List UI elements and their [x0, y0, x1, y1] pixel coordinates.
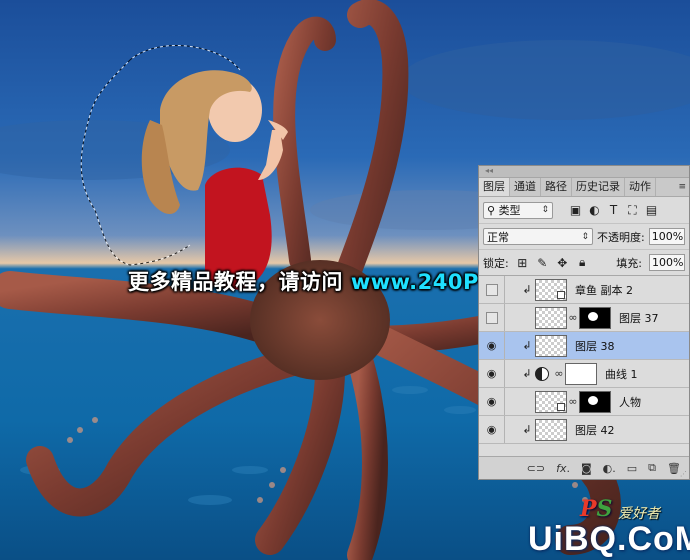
- layer-row[interactable]: ◉ ∞ 人物: [479, 388, 689, 416]
- clipping-arrow-icon: ↲: [522, 367, 532, 380]
- visibility-toggle[interactable]: ◉: [479, 360, 505, 387]
- filter-row: ⚲ 类型 ⇕ ▣ ◐ T ⛶ ▤: [479, 197, 689, 223]
- fill-field[interactable]: 100%: [649, 254, 685, 271]
- visibility-toggle[interactable]: ◉: [479, 332, 505, 359]
- mask-link-icon[interactable]: ∞: [567, 395, 579, 408]
- layer-name[interactable]: 图层 42: [575, 422, 615, 438]
- visibility-toggle[interactable]: [479, 276, 505, 303]
- fill-label: 填充:: [616, 256, 642, 270]
- lock-image-icon[interactable]: ✎: [536, 256, 549, 270]
- smart-object-filter-icon[interactable]: ▤: [645, 203, 658, 217]
- clipping-arrow-icon: ↲: [522, 423, 532, 436]
- lock-transparent-icon[interactable]: ⊞: [516, 256, 529, 270]
- clipping-arrow-icon: ↲: [522, 283, 532, 296]
- adjustment-filter-icon[interactable]: ◐: [588, 203, 601, 217]
- type-filter-icon[interactable]: T: [607, 203, 620, 217]
- layer-thumbnail: [535, 306, 567, 329]
- ps-watermark-logo: PS: [580, 496, 613, 522]
- layer-row[interactable]: ◉ ↲ ∞ 曲线 1: [479, 360, 689, 388]
- panel-drag-handle[interactable]: ◂◂: [479, 166, 689, 178]
- layer-name[interactable]: 人物: [619, 394, 641, 410]
- clipping-arrow-icon: ↲: [522, 339, 532, 352]
- opacity-label: 不透明度:: [597, 230, 645, 244]
- layer-row[interactable]: ∞ 图层 37: [479, 304, 689, 332]
- layer-list: ↲ 章鱼 副本 2 ∞ 图层 37 ◉ ↲ 图层 38 ◉ ↲ ∞ 曲线 1 ◉ ∞ 人物 ◉ ↲ 图层 42: [479, 275, 689, 444]
- blend-row: 正常 ⇕ 不透明度: 100%: [479, 223, 689, 249]
- tab-4[interactable]: 动作: [625, 178, 656, 196]
- mask-link-icon[interactable]: ∞: [553, 367, 565, 380]
- layer-name[interactable]: 章鱼 副本 2: [575, 282, 633, 298]
- layer-thumbnail: [535, 418, 567, 441]
- eye-hidden-icon: [485, 311, 498, 324]
- eye-icon: ◉: [486, 395, 497, 408]
- image-filter-icon[interactable]: ▣: [569, 203, 582, 217]
- curves-adjustment-icon: [535, 366, 549, 381]
- lock-all-icon[interactable]: 🔒︎: [576, 255, 589, 270]
- tab-3[interactable]: 历史记录: [572, 178, 625, 196]
- eye-icon: ◉: [486, 367, 497, 380]
- layer-mask-thumbnail[interactable]: [565, 362, 597, 385]
- panel-menu-icon[interactable]: ≡: [675, 178, 689, 196]
- opacity-field[interactable]: 100%: [648, 228, 685, 245]
- visibility-toggle[interactable]: ◉: [479, 388, 505, 415]
- lock-row: 锁定: ⊞ ✎ ✥ 🔒︎ 填充: 100%: [479, 249, 689, 275]
- tab-0[interactable]: 图层: [479, 178, 510, 196]
- promo-text: 更多精品教程，请访问: [128, 270, 343, 294]
- new-adjustment-icon[interactable]: ◐.: [603, 462, 616, 475]
- smart-object-icon: [557, 402, 565, 411]
- layer-thumbnail: [535, 278, 567, 301]
- smart-object-icon: [557, 290, 565, 299]
- layer-name[interactable]: 图层 38: [575, 338, 615, 354]
- fx-icon[interactable]: fx.: [556, 462, 570, 475]
- search-icon: ⚲: [487, 203, 496, 217]
- panel-footer: ⊂⊃ fx. ◙ ◐. ▭ ⧉ 🗑︎ ⋰: [479, 456, 689, 479]
- layer-filter-select[interactable]: ⚲ 类型 ⇕: [483, 201, 553, 219]
- new-group-icon[interactable]: ▭: [627, 462, 637, 475]
- lock-label: 锁定:: [483, 256, 509, 270]
- eye-icon: ◉: [486, 423, 497, 436]
- eye-hidden-icon: [485, 283, 498, 296]
- add-mask-icon[interactable]: ◙: [581, 462, 592, 475]
- layer-mask-thumbnail[interactable]: [579, 390, 611, 413]
- resize-grip-icon[interactable]: ⋰: [680, 470, 687, 478]
- layer-thumbnail: [535, 334, 567, 357]
- link-icon[interactable]: ⊂⊃: [527, 462, 545, 475]
- panel-tabs: 图层 通道 路径 历史记录 动作 ≡: [479, 178, 689, 197]
- blend-mode-select[interactable]: 正常 ⇕: [483, 228, 593, 245]
- eye-icon: ◉: [486, 339, 497, 352]
- layer-name[interactable]: 图层 37: [619, 310, 659, 326]
- tab-2[interactable]: 路径: [541, 178, 572, 196]
- shape-filter-icon[interactable]: ⛶: [626, 203, 639, 217]
- mask-link-icon[interactable]: ∞: [567, 311, 579, 324]
- lock-position-icon[interactable]: ✥: [556, 256, 569, 270]
- chevron-updown-icon: ⇕: [541, 205, 549, 215]
- site-watermark: UiBQ.CoM: [528, 520, 690, 558]
- visibility-toggle[interactable]: ◉: [479, 416, 505, 443]
- delete-icon[interactable]: 🗑︎: [667, 462, 681, 475]
- chevron-updown-icon: ⇕: [581, 231, 589, 242]
- visibility-toggle[interactable]: [479, 304, 505, 331]
- layer-row[interactable]: ◉ ↲ 图层 42: [479, 416, 689, 444]
- layer-row[interactable]: ◉ ↲ 图层 38: [479, 332, 689, 360]
- tab-1[interactable]: 通道: [510, 178, 541, 196]
- layer-name[interactable]: 曲线 1: [605, 366, 638, 382]
- layer-thumbnail: [535, 390, 567, 413]
- layer-mask-thumbnail[interactable]: [579, 306, 611, 329]
- new-layer-icon[interactable]: ⧉: [648, 461, 656, 475]
- layers-panel: ◂◂ 图层 通道 路径 历史记录 动作 ≡ ⚲ 类型 ⇕ ▣ ◐ T ⛶ ▤ 正常 ⇕ 不…: [478, 165, 690, 480]
- layer-row[interactable]: ↲ 章鱼 副本 2: [479, 276, 689, 304]
